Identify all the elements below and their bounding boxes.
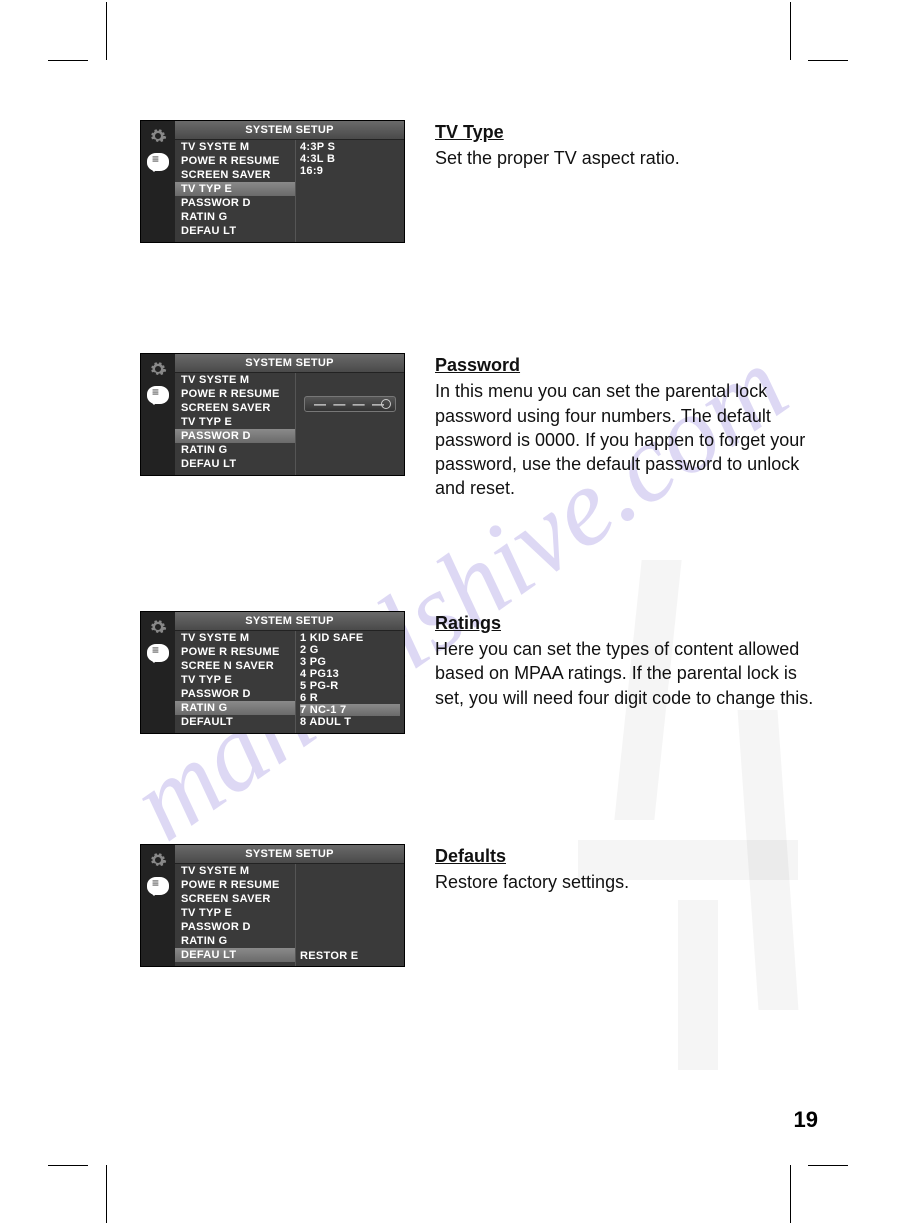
osd-ratings: SYSTEM SETUP TV SYSTE M POWE R RESUME SC… [140, 611, 405, 734]
section-title-ratings: Ratings [435, 611, 818, 635]
submenu-option: 4 PG13 [300, 668, 400, 680]
section-text-defaults: Restore factory settings. [435, 872, 629, 892]
menu-item: TV TYP E [175, 415, 295, 429]
submenu-option: 3 PG [300, 656, 400, 668]
menu-item-selected: TV TYP E [175, 182, 295, 196]
gear-icon [149, 127, 167, 145]
menu-item: SCREEN SAVER [175, 168, 295, 182]
menu-item: SCREEN SAVER [175, 401, 295, 415]
menu-item: TV SYSTE M [175, 631, 295, 645]
menu-item: TV SYSTE M [175, 140, 295, 154]
page-number: 19 [794, 1107, 818, 1133]
gear-icon [149, 618, 167, 636]
section-text-tvtype: Set the proper TV aspect ratio. [435, 148, 680, 168]
menu-item: DEFAU LT [175, 224, 295, 238]
password-field: — — — — [304, 396, 396, 412]
osd-submenu-password: — — — — [295, 373, 404, 475]
submenu-option: 1 KID SAFE [300, 632, 400, 644]
menu-item: DEFAULT [175, 715, 295, 729]
osd-menu-password: TV SYSTE M POWE R RESUME SCREEN SAVER TV… [175, 373, 295, 475]
speech-icon [147, 877, 169, 895]
section-ratings: SYSTEM SETUP TV SYSTE M POWE R RESUME SC… [140, 611, 818, 734]
menu-item: TV SYSTE M [175, 864, 295, 878]
osd-tvtype: SYSTEM SETUP TV SYSTE M POWE R RESUME SC… [140, 120, 405, 243]
osd-submenu-tvtype: 4:3P S 4:3L B 16:9 [295, 140, 404, 242]
osd-menu-tvtype: TV SYSTE M POWE R RESUME SCREEN SAVER TV… [175, 140, 295, 242]
menu-item: TV SYSTE M [175, 373, 295, 387]
osd-submenu-ratings: 1 KID SAFE 2 G 3 PG 4 PG13 5 PG-R 6 R 7 … [295, 631, 404, 733]
osd-menu-defaults: TV SYSTE M POWE R RESUME SCREEN SAVER TV… [175, 864, 295, 966]
page-content: SYSTEM SETUP TV SYSTE M POWE R RESUME SC… [140, 120, 818, 1098]
submenu-option: 4:3P S [300, 141, 400, 153]
menu-item: POWE R RESUME [175, 154, 295, 168]
menu-item: PASSWOR D [175, 196, 295, 210]
menu-item: POWE R RESUME [175, 645, 295, 659]
menu-item-selected: RATIN G [175, 701, 295, 715]
submenu-option: 2 G [300, 644, 400, 656]
submenu-option-selected: 7 NC-1 7 [300, 704, 400, 716]
menu-item: PASSWOR D [175, 920, 295, 934]
speech-icon [147, 153, 169, 171]
submenu-option: 5 PG-R [300, 680, 400, 692]
menu-item: DEFAU LT [175, 457, 295, 471]
section-defaults: SYSTEM SETUP TV SYSTE M POWE R RESUME SC… [140, 844, 818, 967]
osd-title: SYSTEM SETUP [175, 612, 404, 631]
submenu-option: 16:9 [300, 165, 400, 177]
submenu-option: 8 ADUL T [300, 716, 400, 728]
speech-icon [147, 386, 169, 404]
menu-item: SCREEN SAVER [175, 892, 295, 906]
menu-item: TV TYP E [175, 673, 295, 687]
osd-submenu-defaults: RESTOR E [295, 864, 404, 966]
section-password: SYSTEM SETUP TV SYSTE M POWE R RESUME SC… [140, 353, 818, 501]
section-tvtype: SYSTEM SETUP TV SYSTE M POWE R RESUME SC… [140, 120, 818, 243]
osd-password: SYSTEM SETUP TV SYSTE M POWE R RESUME SC… [140, 353, 405, 476]
menu-item: SCREE N SAVER [175, 659, 295, 673]
menu-item: PASSWOR D [175, 687, 295, 701]
menu-item-selected: PASSWOR D [175, 429, 295, 443]
speech-icon [147, 644, 169, 662]
submenu-option: 6 R [300, 692, 400, 704]
menu-item: TV TYP E [175, 906, 295, 920]
osd-defaults: SYSTEM SETUP TV SYSTE M POWE R RESUME SC… [140, 844, 405, 967]
submenu-option: RESTOR E [300, 950, 400, 962]
menu-item: POWE R RESUME [175, 878, 295, 892]
section-title-defaults: Defaults [435, 844, 818, 868]
section-title-tvtype: TV Type [435, 120, 818, 144]
gear-icon [149, 851, 167, 869]
lock-icon [381, 399, 391, 409]
osd-title: SYSTEM SETUP [175, 845, 404, 864]
menu-item-selected: DEFAU LT [175, 948, 295, 962]
menu-item: RATIN G [175, 210, 295, 224]
osd-title: SYSTEM SETUP [175, 354, 404, 373]
osd-menu-ratings: TV SYSTE M POWE R RESUME SCREE N SAVER T… [175, 631, 295, 733]
menu-item: RATIN G [175, 934, 295, 948]
menu-item: RATIN G [175, 443, 295, 457]
section-text-ratings: Here you can set the types of content al… [435, 639, 813, 708]
osd-title: SYSTEM SETUP [175, 121, 404, 140]
section-text-password: In this menu you can set the parental lo… [435, 381, 805, 498]
section-title-password: Password [435, 353, 818, 377]
submenu-option: 4:3L B [300, 153, 400, 165]
gear-icon [149, 360, 167, 378]
menu-item: POWE R RESUME [175, 387, 295, 401]
